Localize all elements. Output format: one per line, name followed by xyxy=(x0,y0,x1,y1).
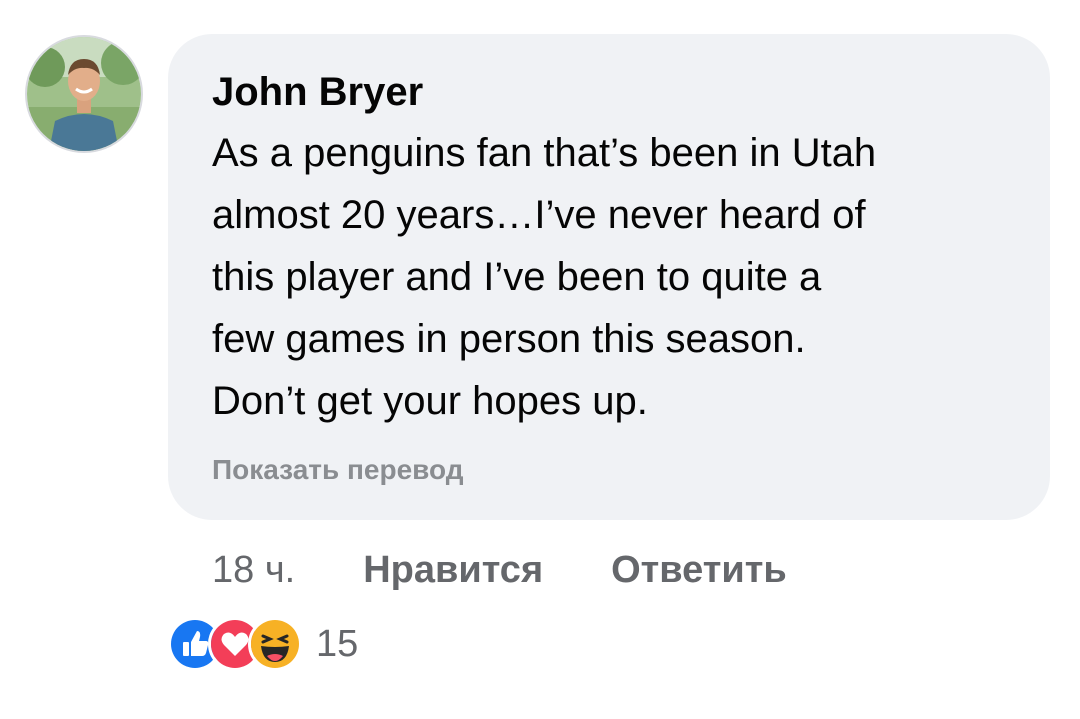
reply-button[interactable]: Ответить xyxy=(611,549,787,592)
reactions-summary[interactable]: 15 xyxy=(168,617,359,671)
reaction-count: 15 xyxy=(316,622,359,665)
avatar[interactable] xyxy=(25,35,143,153)
comment-author[interactable]: John Bryer xyxy=(212,68,423,116)
profile-photo xyxy=(27,37,141,151)
comment-bubble: John Bryer As a penguins fan that’s been… xyxy=(168,34,1050,520)
haha-icon xyxy=(248,617,302,671)
comment-timestamp[interactable]: 18 ч. xyxy=(212,549,295,592)
comment-container: John Bryer As a penguins fan that’s been… xyxy=(0,0,1080,719)
comment-actions: 18 ч. Нравится Ответить xyxy=(212,545,855,595)
show-translation-link[interactable]: Показать перевод xyxy=(212,454,464,486)
like-button[interactable]: Нравится xyxy=(363,549,543,592)
comment-text: As a penguins fan that’s been in Utah al… xyxy=(212,131,877,423)
